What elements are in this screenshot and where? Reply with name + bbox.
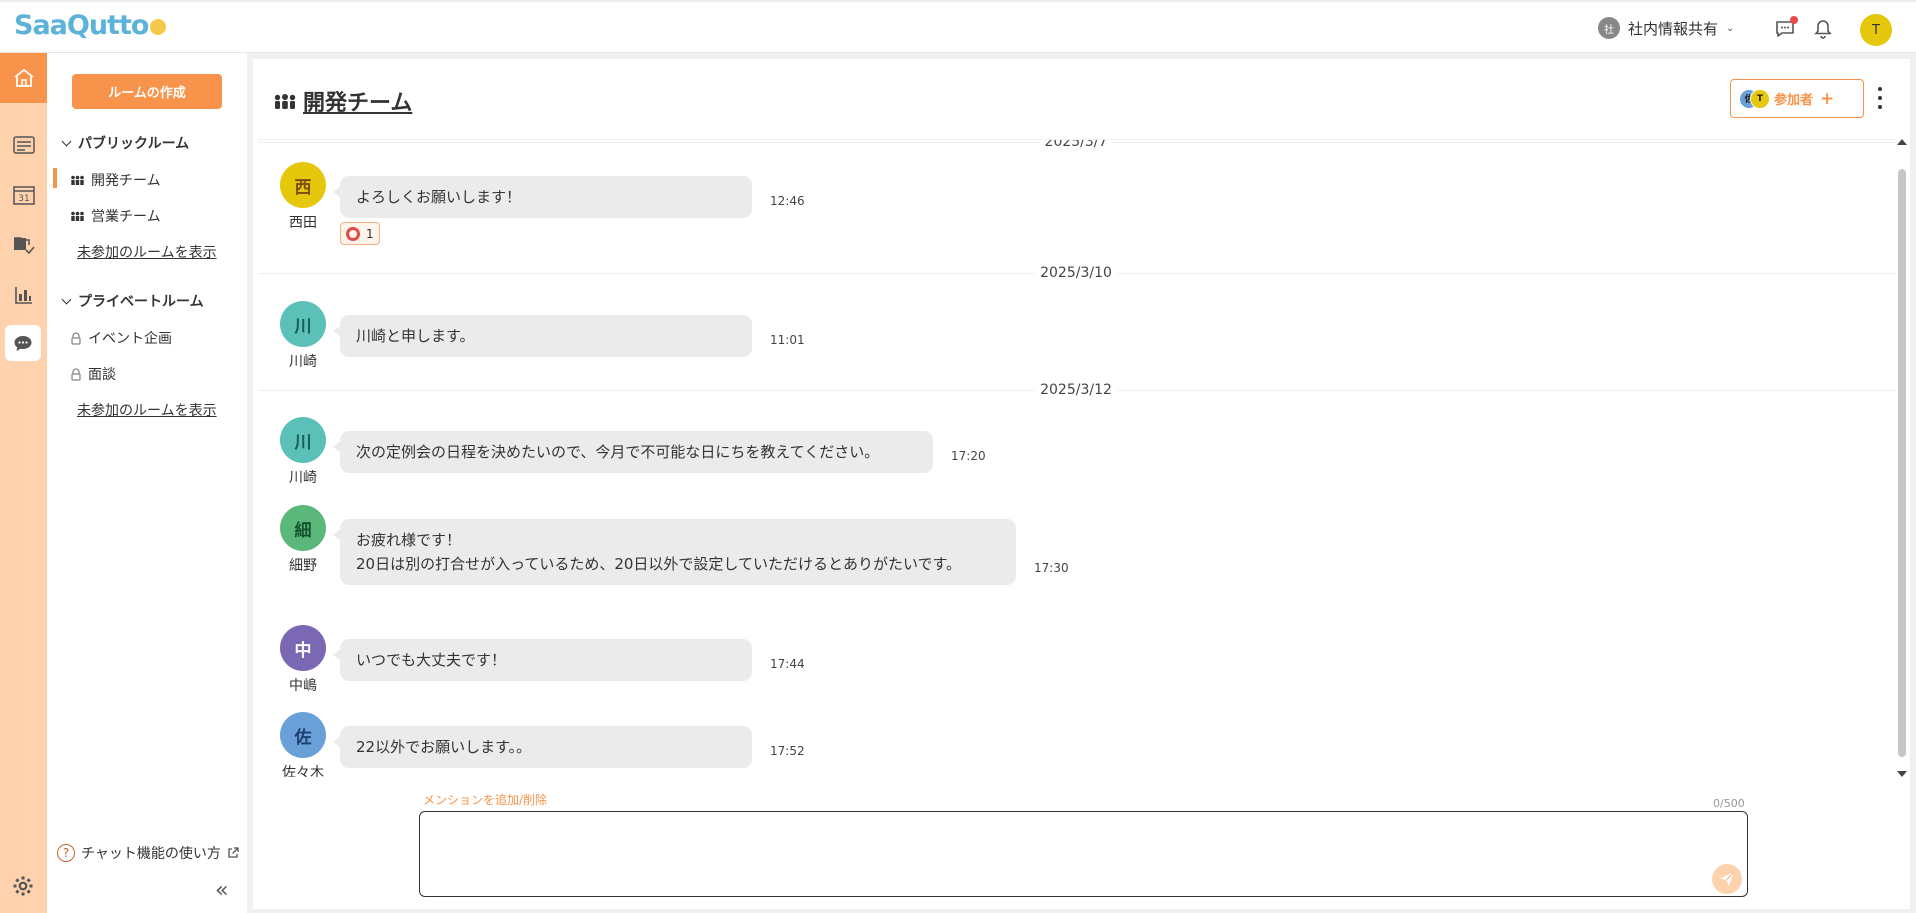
lock-icon — [71, 331, 81, 345]
create-room-button[interactable]: ルームの作成 — [72, 74, 222, 109]
private-rooms-toggle[interactable]: プライベートルーム — [61, 291, 204, 311]
sender-avatar[interactable]: 中 — [280, 625, 326, 671]
sender-name: 中嶋 — [289, 678, 317, 694]
char-count: 0/500 — [1713, 797, 1745, 810]
help-label: チャット機能の使い方 — [81, 846, 221, 862]
sender-avatar[interactable]: 川 — [280, 417, 326, 463]
participants-label: 参加者 — [1774, 93, 1814, 108]
send-icon — [1720, 871, 1735, 886]
message-bubble[interactable]: よろしくお願いします！ — [333, 176, 752, 218]
chevron-down-icon: ⌄ — [1726, 22, 1735, 34]
message-time: 17:44 — [770, 657, 805, 671]
circle-reaction-icon — [346, 226, 360, 241]
sender-avatar[interactable]: 西 — [280, 162, 326, 208]
sender-name: 佐々木 — [282, 765, 324, 777]
chevron-down-icon — [61, 294, 72, 304]
scroll-up-arrow[interactable] — [1897, 139, 1907, 145]
participant-avatars: 佐 T — [1739, 88, 1770, 109]
svg-text:31: 31 — [18, 194, 29, 204]
workspace-badge: 社 — [1598, 17, 1620, 39]
public-rooms-toggle[interactable]: パブリックルーム — [61, 133, 190, 153]
mention-toggle-link[interactable]: メンションを追加/削除 — [423, 791, 547, 808]
group-icon — [274, 93, 296, 109]
scroll-down-arrow[interactable] — [1897, 771, 1907, 777]
question-icon: ? — [57, 844, 75, 862]
sender-name: 川崎 — [289, 354, 317, 370]
sender-avatar[interactable]: 佐 — [280, 712, 326, 758]
message-bubble[interactable]: いつでも大丈夫です！ — [333, 639, 752, 681]
room-item-interview[interactable]: 面談 — [70, 364, 116, 384]
chat-main-panel: 開発チーム 佐 T 参加者 + 2025/3/7 西 西田 よろしくお願いします… — [253, 59, 1910, 909]
group-icon — [71, 211, 84, 221]
room-label: 面談 — [88, 367, 116, 383]
settings-gear-icon[interactable] — [10, 873, 36, 899]
message-time: 12:46 — [770, 194, 805, 208]
room-label: 営業チーム — [91, 209, 161, 225]
message-bubble[interactable]: 次の定例会の日程を決めたいので、今月で不可能な日にちを教えてください。 — [333, 431, 933, 473]
date-separator: 2025/3/7 — [258, 140, 1895, 150]
top-header: SaaQutto 社 社内情報共有 ⌄ T — [0, 0, 1916, 53]
date-separator: 2025/3/10 — [258, 265, 1895, 281]
task-folder-icon[interactable] — [0, 225, 47, 265]
message-bubble[interactable]: 川崎と申します。 — [333, 315, 752, 357]
reaction-badge[interactable]: 1 — [340, 222, 380, 245]
room-label: イベント企画 — [88, 331, 172, 347]
collapse-sidebar-icon[interactable]: ‹‹ — [215, 878, 228, 903]
home-icon[interactable] — [0, 53, 47, 103]
message-input[interactable] — [419, 811, 1748, 897]
user-avatar[interactable]: T — [1860, 14, 1892, 46]
chevron-down-icon — [61, 136, 72, 146]
unread-dot — [1790, 16, 1798, 24]
more-options-icon[interactable] — [1875, 87, 1885, 109]
message-bubble[interactable]: 22以外でお願いします。。 — [333, 726, 752, 768]
participants-button[interactable]: 佐 T 参加者 + — [1730, 79, 1864, 118]
public-rooms-heading: パブリックルーム — [78, 136, 190, 152]
sender-avatar[interactable]: 川 — [280, 301, 326, 347]
chat-notification-icon[interactable] — [1774, 16, 1798, 40]
scrollbar-thumb[interactable] — [1898, 169, 1906, 757]
chat-help-link[interactable]: ? チャット機能の使い方 — [57, 843, 239, 863]
private-rooms-heading: プライベートルーム — [78, 294, 204, 310]
reaction-count: 1 — [366, 226, 374, 241]
room-title[interactable]: 開発チーム — [273, 85, 412, 117]
lock-icon — [71, 367, 81, 381]
workspace-switcher[interactable]: 社 社内情報共有 ⌄ — [1598, 17, 1734, 39]
room-item-event-planning[interactable]: イベント企画 — [70, 328, 172, 348]
chat-icon[interactable] — [5, 325, 41, 361]
app-nav-rail: 31 — [0, 53, 47, 913]
room-title-text: 開発チーム — [303, 91, 413, 116]
message-bubble[interactable]: お疲れ様です！ 20日は別の打合せが入っているため、20日以外で設定していただけ… — [333, 519, 1016, 585]
chart-icon[interactable] — [0, 275, 47, 315]
message-time: 17:20 — [951, 449, 986, 463]
room-label: 開発チーム — [91, 173, 161, 189]
participant-avatar: T — [1750, 88, 1770, 109]
calendar-icon[interactable]: 31 — [0, 175, 47, 215]
date-separator: 2025/3/12 — [258, 382, 1895, 398]
message-line: お疲れ様です！ — [356, 531, 462, 549]
sender-name: 細野 — [289, 558, 317, 574]
room-item-sales-team[interactable]: 営業チーム — [70, 206, 161, 226]
message-time: 17:30 — [1034, 561, 1069, 575]
bell-icon[interactable] — [1812, 18, 1834, 40]
app-logo[interactable]: SaaQutto — [14, 10, 167, 41]
external-link-icon — [228, 847, 239, 858]
message-list[interactable]: 2025/3/7 西 西田 よろしくお願いします！ 12:46 1 2025/3… — [258, 139, 1895, 777]
room-sidebar: ルームの作成 パブリックルーム 開発チーム 営業チーム 未参加のルームを表示 プ… — [47, 53, 247, 913]
message-time: 11:01 — [770, 333, 805, 347]
sender-name: 川崎 — [289, 470, 317, 486]
sender-name: 西田 — [289, 215, 317, 231]
show-unjoined-public-link[interactable]: 未参加のルームを表示 — [77, 242, 217, 262]
board-icon[interactable] — [0, 125, 47, 165]
plus-icon: + — [1820, 88, 1835, 109]
message-time: 17:52 — [770, 744, 805, 758]
workspace-name: 社内情報共有 — [1628, 19, 1719, 38]
message-line: 20日は別の打合せが入っているため、20日以外で設定していただけるとありがたいで… — [356, 555, 962, 573]
room-item-dev-team[interactable]: 開発チーム — [53, 168, 161, 190]
send-button[interactable] — [1712, 864, 1742, 894]
show-unjoined-private-link[interactable]: 未参加のルームを表示 — [77, 400, 217, 420]
sender-avatar[interactable]: 細 — [280, 505, 326, 551]
group-icon — [71, 175, 84, 185]
